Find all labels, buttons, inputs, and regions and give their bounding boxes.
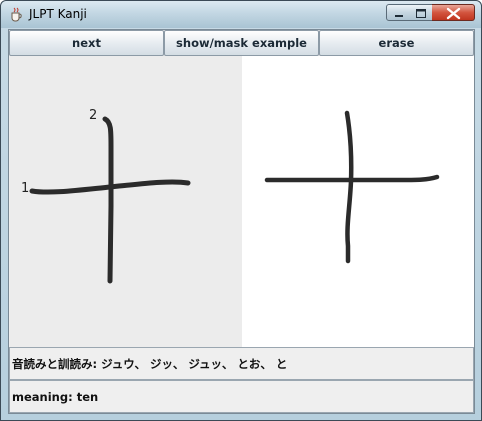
maximize-icon — [416, 9, 426, 18]
toolbar: next show/mask example erase — [9, 30, 474, 56]
close-icon — [446, 7, 461, 20]
maximize-button[interactable] — [409, 4, 433, 21]
example-stroke-2 — [102, 116, 114, 284]
meaning-label: meaning: ten — [9, 380, 474, 413]
user-drawing-strokes — [264, 110, 440, 264]
minimize-icon — [395, 15, 403, 17]
client-area: next show/mask example erase 1 2 音読みと訓読み… — [8, 29, 475, 414]
erase-button[interactable]: erase — [319, 30, 474, 56]
example-kanji-panel: 1 2 — [10, 56, 242, 347]
stroke-number-1: 1 — [21, 181, 30, 196]
readings-label: 音読みと訓読み: ジュウ、 ジッ、 ジュッ、 とお、 と — [9, 347, 474, 380]
drawing-canvas[interactable] — [242, 56, 474, 347]
example-kanji-strokes — [29, 116, 191, 284]
close-button[interactable] — [432, 4, 475, 21]
stroke-number-2: 2 — [89, 108, 98, 123]
next-button[interactable]: next — [9, 30, 164, 56]
window-title: JLPT Kanji — [29, 7, 87, 21]
minimize-button[interactable] — [386, 4, 410, 21]
user-stroke-vertical — [344, 110, 354, 264]
title-bar[interactable]: JLPT Kanji — [1, 1, 481, 28]
show-mask-example-button[interactable]: show/mask example — [164, 30, 319, 56]
java-cup-icon — [11, 7, 22, 22]
app-window: JLPT Kanji next show/mask example erase — [0, 0, 482, 421]
